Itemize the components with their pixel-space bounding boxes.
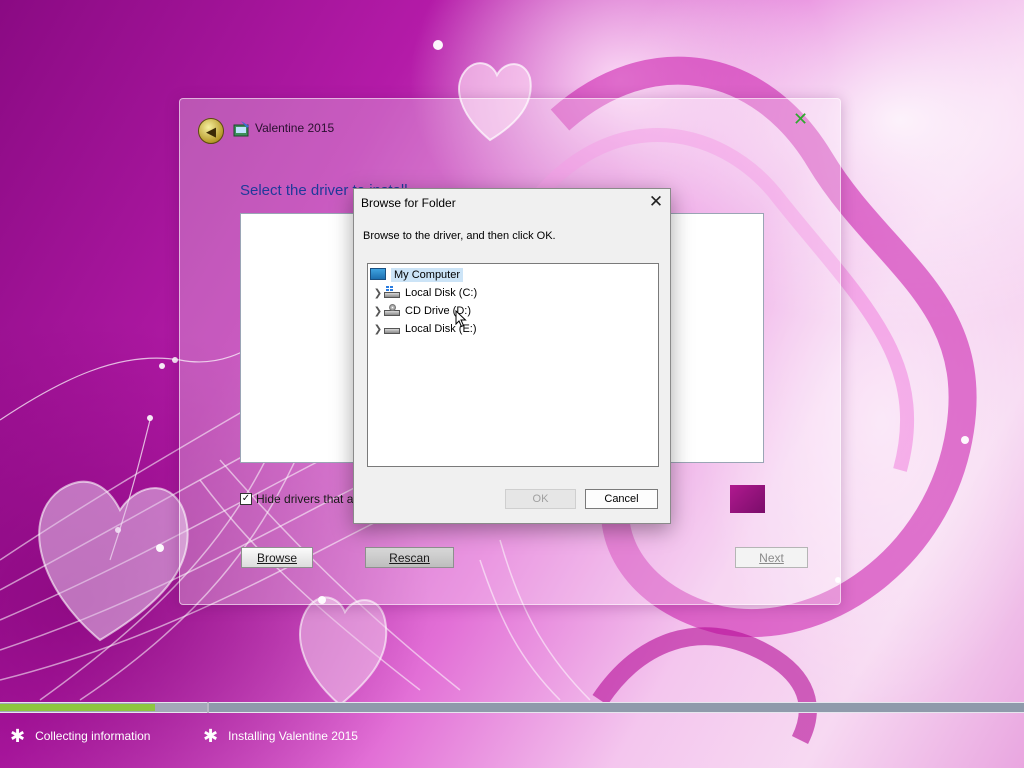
- step-label: Installing Valentine 2015: [228, 729, 358, 743]
- hardware-icon: [730, 485, 765, 513]
- computer-icon: [370, 268, 388, 282]
- step-star-icon: ✱: [10, 726, 26, 746]
- browse-for-folder-dialog: Browse for Folder ✕ Browse to the driver…: [353, 188, 671, 524]
- hard-drive-icon: [384, 322, 402, 336]
- step-label: Collecting information: [35, 729, 151, 743]
- close-icon[interactable]: ✕: [793, 110, 808, 128]
- chevron-right-icon[interactable]: ❯: [372, 288, 384, 299]
- mouse-cursor-icon: [455, 310, 467, 328]
- back-arrow-icon[interactable]: ◀: [198, 118, 224, 144]
- status-step-collecting: ✱ Collecting information: [10, 727, 150, 745]
- dialog-instruction: Browse to the driver, and then click OK.: [363, 230, 556, 242]
- windows-drive-icon: [384, 286, 402, 300]
- chevron-right-icon[interactable]: ❯: [372, 324, 384, 335]
- setup-app-icon: [233, 121, 249, 137]
- tree-item-label: Local Disk (C:): [405, 287, 478, 299]
- ok-button[interactable]: OK: [505, 489, 576, 509]
- progress-segment-collecting: [0, 702, 207, 713]
- folder-tree[interactable]: My Computer ❯ Local Disk (C:) ❯ CD Drive…: [367, 263, 659, 467]
- tree-item-my-computer[interactable]: My Computer: [370, 267, 464, 283]
- next-button[interactable]: Next: [735, 547, 808, 568]
- install-progress-bar: [0, 702, 1024, 713]
- tree-item-label: My Computer: [391, 268, 464, 282]
- progress-segment-installing: [209, 702, 1024, 713]
- step-star-icon: ✱: [203, 726, 219, 746]
- browse-button[interactable]: Browse: [241, 547, 313, 568]
- checkbox-checked-icon[interactable]: ✓: [240, 493, 252, 505]
- rescan-button[interactable]: Rescan: [365, 547, 454, 568]
- chevron-right-icon[interactable]: ❯: [372, 306, 384, 317]
- dialog-close-icon[interactable]: ✕: [646, 192, 666, 212]
- cancel-button[interactable]: Cancel: [585, 489, 658, 509]
- dialog-title: Browse for Folder: [361, 196, 456, 210]
- progress-fill: [0, 704, 155, 711]
- status-step-installing: ✱ Installing Valentine 2015: [203, 727, 358, 745]
- window-title: Valentine 2015: [255, 121, 335, 135]
- cd-drive-icon: [384, 304, 402, 318]
- tree-item-local-disk-c[interactable]: ❯ Local Disk (C:): [372, 285, 477, 301]
